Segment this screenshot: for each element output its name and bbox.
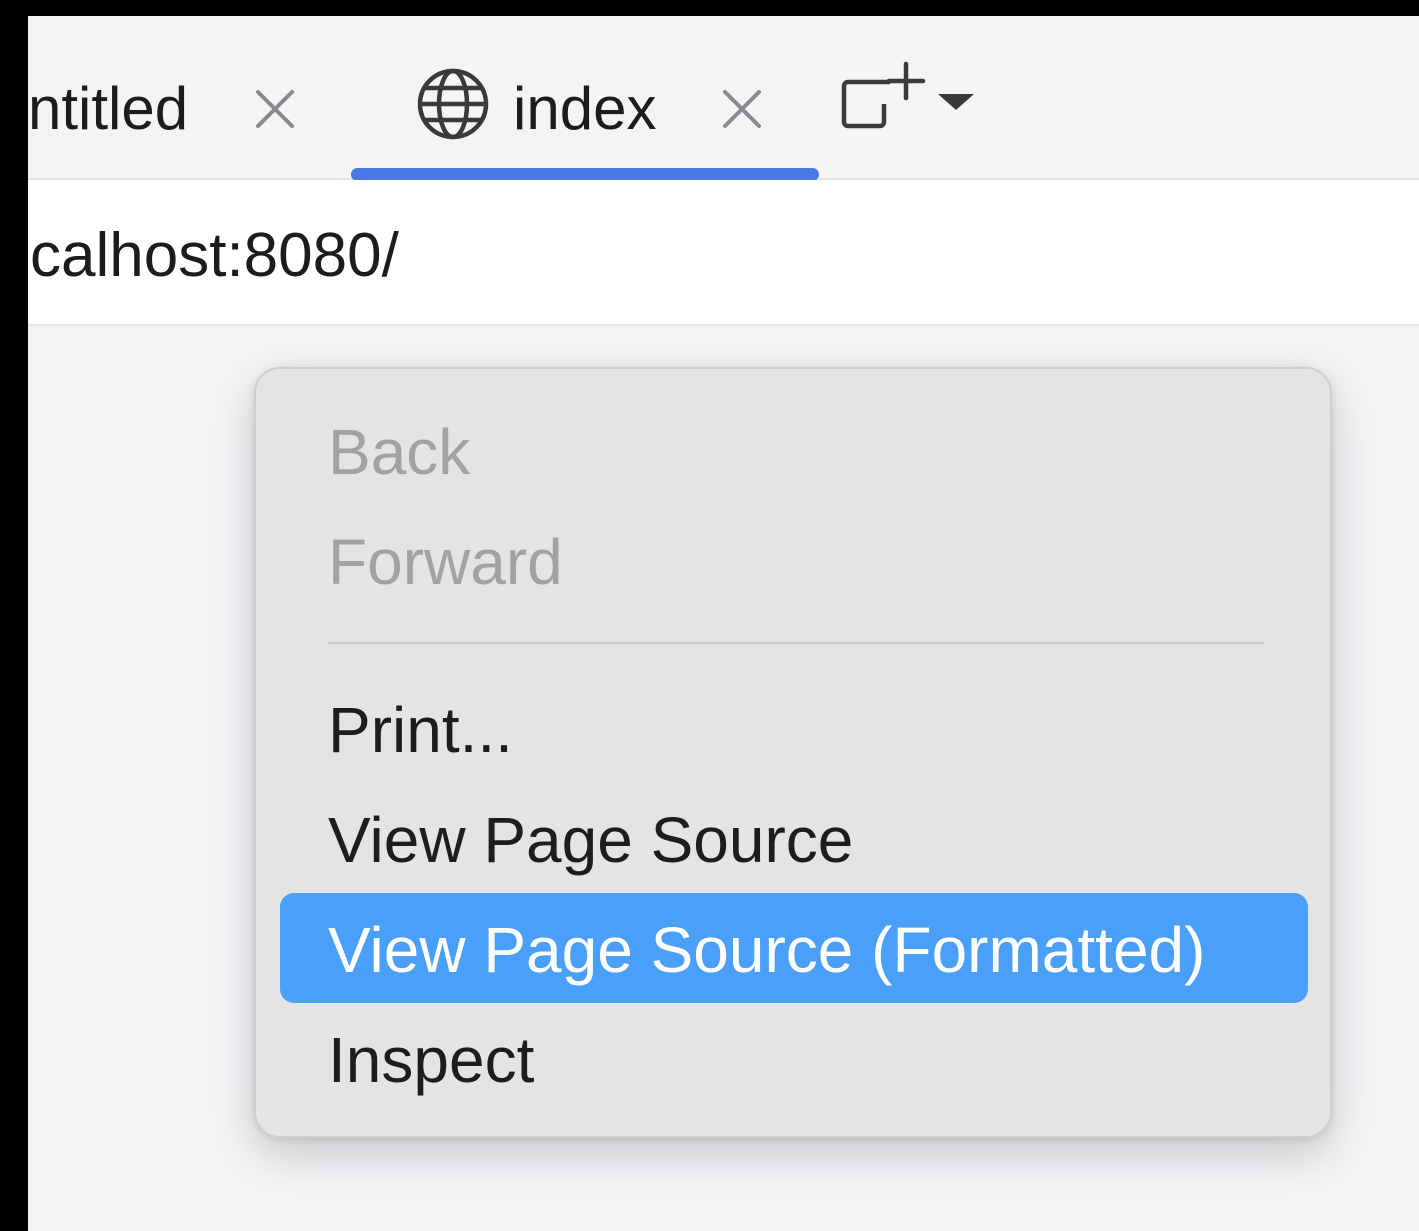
menu-separator — [328, 642, 1264, 644]
globe-icon — [415, 66, 491, 142]
menu-item-view-page-source-formatted-label: View Page Source (Formatted) — [328, 914, 1206, 986]
tab-index[interactable]: index — [351, 16, 819, 181]
context-menu: Back Forward Print... View Page Source V… — [254, 367, 1332, 1138]
menu-item-back-label: Back — [328, 416, 471, 488]
menu-item-print-label: Print... — [328, 694, 513, 766]
screen-top-edge — [0, 0, 1419, 16]
menu-item-forward-label: Forward — [328, 526, 563, 598]
menu-item-back: Back — [280, 395, 1308, 505]
tab-bar: ntitled index — [28, 16, 1419, 181]
close-icon[interactable] — [254, 88, 296, 130]
menu-item-view-page-source[interactable]: View Page Source — [280, 783, 1308, 893]
url-text[interactable]: calhost:8080/ — [30, 220, 399, 292]
menu-item-inspect[interactable]: Inspect — [280, 1003, 1308, 1113]
tab-index-label: index — [513, 75, 657, 142]
menu-item-view-page-source-formatted[interactable]: View Page Source (Formatted) — [280, 893, 1308, 1003]
address-bar[interactable]: calhost:8080/ — [28, 180, 1419, 326]
menu-item-inspect-label: Inspect — [328, 1024, 535, 1096]
menu-item-view-page-source-label: View Page Source — [328, 804, 854, 876]
menu-item-forward: Forward — [280, 505, 1308, 615]
new-tab-button[interactable] — [840, 60, 980, 132]
screen-left-edge — [0, 0, 28, 1231]
tab-untitled[interactable]: ntitled — [28, 16, 328, 178]
menu-item-print[interactable]: Print... — [280, 673, 1308, 783]
close-icon[interactable] — [721, 88, 763, 130]
tab-untitled-label: ntitled — [28, 75, 189, 142]
